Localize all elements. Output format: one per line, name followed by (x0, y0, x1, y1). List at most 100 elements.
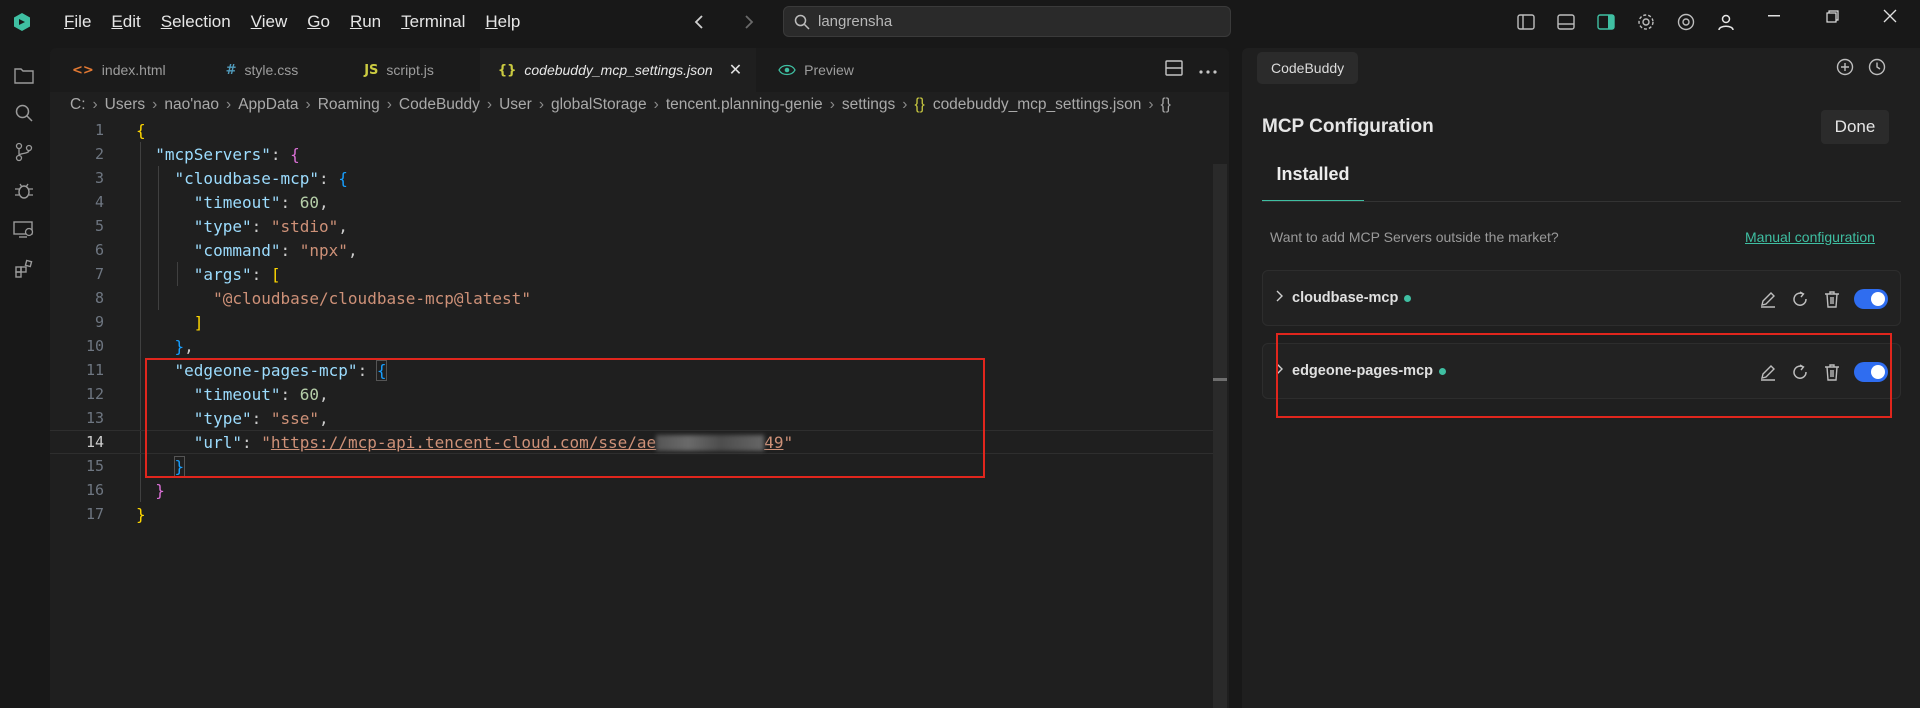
search-value: langrensha (818, 13, 893, 30)
vertical-scrollbar[interactable] (1213, 164, 1227, 708)
code-line: 1{ (50, 118, 1220, 142)
minimize-icon[interactable] (1745, 0, 1803, 32)
refresh-icon[interactable] (1790, 289, 1810, 309)
tab-label: style.css (244, 62, 299, 78)
breadcrumb-item[interactable]: codebuddy_mcp_settings.json (933, 96, 1142, 114)
breadcrumb-item[interactable]: AppData (238, 96, 298, 114)
tab-label: script.js (386, 62, 434, 78)
done-button[interactable]: Done (1821, 110, 1889, 144)
breadcrumb-item[interactable]: C: (70, 96, 86, 114)
breadcrumb-item[interactable]: Roaming (318, 96, 380, 114)
line-number: 2 (94, 145, 104, 163)
editor-tabs: <> index.html # style.css JS script.js {} co… (50, 48, 1229, 92)
chevron-right-icon: › (305, 96, 311, 113)
breadcrumb-item[interactable]: {} (1161, 96, 1171, 114)
toggle-panel-icon[interactable] (1552, 8, 1580, 36)
chevron-right-icon: › (1148, 96, 1154, 113)
tab-preview[interactable]: Preview (756, 48, 868, 92)
menu-terminal[interactable]: Terminal (391, 0, 475, 44)
source-control-icon[interactable] (11, 139, 37, 165)
tab-index-html[interactable]: <> index.html (50, 48, 180, 92)
chevron-right-icon: › (902, 96, 908, 113)
html-file-icon: <> (72, 62, 94, 78)
line-number: 15 (85, 457, 104, 475)
status-dot-icon (1404, 294, 1412, 302)
split-editor-icon[interactable] (1165, 59, 1183, 81)
trash-icon[interactable] (1822, 289, 1842, 309)
line-number: 13 (85, 409, 104, 427)
breadcrumb-item[interactable]: nao'nao (164, 96, 219, 114)
breadcrumb-item[interactable]: Users (105, 96, 145, 114)
tab-script-js[interactable]: JS script.js (312, 48, 448, 92)
edit-pencil-icon[interactable] (1758, 289, 1778, 309)
menu-bar: File Edit Selection View Go Run Terminal… (54, 0, 530, 44)
eye-icon (778, 64, 796, 76)
code-line: 2 "mcpServers": { (50, 142, 1220, 166)
history-icon[interactable] (1868, 58, 1886, 81)
manual-configuration-link[interactable]: Manual configuration (1745, 229, 1875, 245)
tab-installed[interactable]: Installed (1262, 148, 1364, 202)
line-number: 14 (85, 433, 104, 451)
nav-arrows (685, 0, 763, 44)
editor-group: <> index.html # style.css JS script.js {} co… (50, 48, 1229, 708)
chevron-right-icon: › (538, 96, 544, 113)
more-actions-icon[interactable] (1199, 61, 1217, 79)
tab-label: Preview (804, 62, 854, 78)
breadcrumb-item[interactable]: settings (842, 96, 895, 114)
toggle-primary-sidebar-icon[interactable] (1512, 8, 1540, 36)
code-editor[interactable]: 1{ 2 "mcpServers": { 3 "cloudbase-mcp": … (50, 118, 1229, 708)
code-line: 10 }, (50, 334, 1220, 358)
code-line: 9 ] (50, 310, 1220, 334)
new-chat-icon[interactable] (1836, 58, 1854, 81)
account-icon[interactable] (1712, 8, 1740, 36)
search-view-icon[interactable] (11, 100, 37, 126)
restore-icon[interactable] (1803, 0, 1861, 32)
close-tab-icon[interactable]: ✕ (729, 60, 742, 80)
extensions-icon[interactable] (11, 256, 37, 282)
close-window-icon[interactable] (1861, 0, 1919, 32)
code-line: 4 "timeout": 60, (50, 190, 1220, 214)
search-icon (794, 14, 810, 30)
codebuddy-logo-icon (10, 10, 34, 34)
breadcrumb: C: › Users › nao'nao › AppData › Roaming › Co… (50, 92, 1229, 118)
breadcrumb-item[interactable]: User (499, 96, 532, 114)
chevron-right-icon: › (653, 96, 659, 113)
menu-run[interactable]: Run (340, 0, 391, 44)
code-line: 5 "type": "stdio", (50, 214, 1220, 238)
menu-view[interactable]: View (241, 0, 298, 44)
server-name: cloudbase-mcp (1292, 290, 1399, 306)
toggle-secondary-sidebar-icon[interactable] (1592, 8, 1620, 36)
menu-go[interactable]: Go (297, 0, 340, 44)
menu-selection[interactable]: Selection (151, 0, 241, 44)
breadcrumb-item[interactable]: CodeBuddy (399, 96, 480, 114)
back-arrow-icon[interactable] (685, 8, 713, 36)
forward-arrow-icon[interactable] (735, 8, 763, 36)
browser-icon[interactable] (1672, 8, 1700, 36)
json-file-icon: {} (914, 96, 925, 113)
code-line: 7 "args": [ (50, 262, 1220, 286)
chevron-right-icon: › (486, 96, 493, 113)
chevron-right-icon[interactable] (1275, 289, 1289, 307)
breadcrumb-item[interactable]: globalStorage (551, 96, 647, 114)
breadcrumb-item[interactable]: tencent.planning-genie (666, 96, 823, 114)
server-item-cloudbase-mcp[interactable]: cloudbase-mcp (1262, 270, 1901, 326)
line-number: 7 (94, 265, 104, 283)
menu-file[interactable]: File (54, 0, 101, 44)
panel-tab-codebuddy[interactable]: CodeBuddy (1257, 52, 1359, 84)
window-controls (1745, 0, 1919, 32)
explorer-icon[interactable] (11, 62, 37, 88)
settings-gear-icon[interactable] (1632, 8, 1660, 36)
menu-edit[interactable]: Edit (101, 0, 150, 44)
scrollbar-marker (1213, 378, 1227, 381)
tab-style-css[interactable]: # style.css (180, 48, 313, 92)
code-line: 8 "@cloudbase/cloudbase-mcp@latest" (50, 286, 1220, 310)
mcp-configuration-title: MCP Configuration (1262, 116, 1434, 137)
menu-help[interactable]: Help (475, 0, 530, 44)
run-debug-icon[interactable] (11, 178, 37, 204)
remote-explorer-icon[interactable] (11, 217, 37, 243)
code-line: 16 } (50, 478, 1220, 502)
tab-codebuddy-mcp-settings-json[interactable]: {} codebuddy_mcp_settings.json ✕ (479, 48, 757, 92)
enable-toggle[interactable] (1854, 289, 1888, 309)
manual-config-hint: Want to add MCP Servers outside the mark… (1270, 229, 1559, 245)
command-search-input[interactable]: langrensha (783, 6, 1231, 37)
